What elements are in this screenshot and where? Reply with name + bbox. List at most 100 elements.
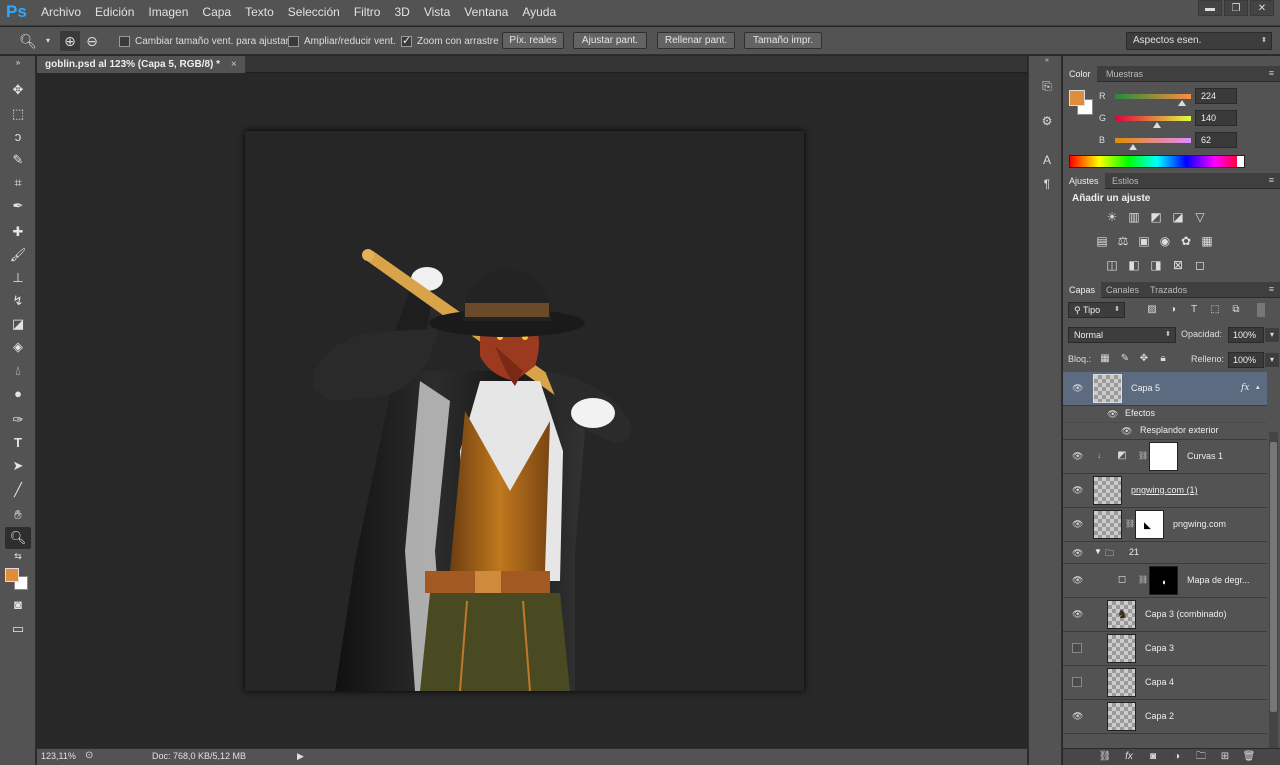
black-white-icon[interactable]: ▣ bbox=[1135, 233, 1153, 249]
tab-adjustments[interactable]: Ajustes bbox=[1063, 173, 1105, 189]
exposure-icon[interactable]: ◪ bbox=[1169, 209, 1187, 225]
eye-icon[interactable]: 👁︎ bbox=[1072, 383, 1083, 393]
fill-screen-button[interactable]: Rellenar pant. bbox=[657, 32, 735, 49]
layer-name[interactable]: Capa 3 (combinado) bbox=[1145, 609, 1227, 619]
photo-filter-icon[interactable]: ◉ bbox=[1156, 233, 1174, 249]
move-tool-icon[interactable]: ✥ bbox=[5, 79, 31, 101]
fill-field[interactable]: 100% bbox=[1228, 352, 1264, 368]
pen-tool-icon[interactable]: ✑ bbox=[5, 409, 31, 431]
blue-slider-thumb[interactable] bbox=[1129, 144, 1138, 150]
new-group-icon[interactable]: 🗀︎ bbox=[1194, 750, 1208, 764]
paint-bucket-tool-icon[interactable]: ◈ bbox=[5, 336, 31, 358]
red-slider-thumb[interactable] bbox=[1177, 100, 1186, 106]
add-mask-icon[interactable]: ◙ bbox=[1146, 750, 1160, 764]
green-slider-thumb[interactable] bbox=[1152, 122, 1161, 128]
menu-edicion[interactable]: Edición bbox=[88, 0, 141, 26]
tab-swatches[interactable]: Muestras bbox=[1100, 66, 1149, 82]
zoom-tool-icon[interactable]: 🔍︎ bbox=[5, 527, 31, 549]
eye-icon[interactable]: 👁︎ bbox=[1072, 711, 1083, 721]
layer-row-curvas-1[interactable]: 👁︎ ↓ ◩ ⛓ Curvas 1 bbox=[1063, 440, 1267, 474]
layer-row-capa-3-combinado[interactable]: 👁︎ ♞ Capa 3 (combinado) bbox=[1063, 598, 1267, 632]
layer-mask-thumbnail[interactable]: ◣ bbox=[1135, 510, 1164, 539]
green-channel-slider[interactable] bbox=[1115, 116, 1191, 121]
green-value-field[interactable]: 140 bbox=[1195, 110, 1237, 126]
visibility-toggle-off[interactable] bbox=[1072, 677, 1082, 687]
collapse-strip-icon[interactable]: « bbox=[1036, 56, 1058, 66]
menu-filtro[interactable]: Filtro bbox=[347, 0, 388, 26]
collapse-effects-icon[interactable]: ▴ bbox=[1256, 383, 1260, 391]
layer-row-capa-2[interactable]: 👁︎ Capa 2 bbox=[1063, 700, 1267, 734]
layer-row-gradient-map[interactable]: 👁︎ ◻ ⛓ ◖ Mapa de degr... bbox=[1063, 564, 1267, 598]
layer-name[interactable]: Mapa de degr... bbox=[1187, 575, 1250, 585]
zoom-level[interactable]: 123,11% bbox=[41, 751, 76, 761]
tab-channels[interactable]: Canales bbox=[1100, 282, 1145, 298]
collapse-tools-icon[interactable]: » bbox=[5, 58, 31, 68]
quick-selection-tool-icon[interactable]: ✎ bbox=[5, 149, 31, 171]
blue-value-field[interactable]: 62 bbox=[1195, 132, 1237, 148]
play-arrow-icon[interactable]: ▶ bbox=[297, 751, 304, 762]
fit-screen-button[interactable]: Ajustar pant. bbox=[573, 32, 647, 49]
screen-mode-icon[interactable]: ▭ bbox=[5, 618, 31, 640]
color-panel-foreground[interactable] bbox=[1069, 90, 1085, 106]
foreground-color-swatch[interactable] bbox=[5, 568, 19, 582]
menu-archivo[interactable]: Archivo bbox=[34, 0, 88, 26]
type-tool-icon[interactable]: T bbox=[5, 432, 31, 454]
link-icon[interactable]: ⛓ bbox=[1125, 519, 1135, 528]
filter-pixel-icon[interactable]: ▨ bbox=[1145, 303, 1159, 317]
zoom-all-option[interactable]: Ampliar/reducir vent. bbox=[288, 33, 396, 49]
document-canvas[interactable] bbox=[245, 131, 804, 691]
tab-layers[interactable]: Capas bbox=[1063, 282, 1102, 298]
color-spectrum-bar[interactable] bbox=[1069, 155, 1245, 168]
layer-row-capa-3[interactable]: Capa 3 bbox=[1063, 632, 1267, 666]
menu-capa[interactable]: Capa bbox=[195, 0, 238, 26]
eye-icon[interactable]: 👁︎ bbox=[1072, 485, 1083, 495]
zoom-tool-preset-icon[interactable]: 🔍︎ bbox=[18, 31, 38, 51]
marquee-tool-icon[interactable]: ⬚ bbox=[5, 103, 31, 125]
invert-icon[interactable]: ◫ bbox=[1103, 257, 1121, 273]
filter-smart-object-icon[interactable]: ⧉ bbox=[1229, 303, 1243, 317]
healing-brush-tool-icon[interactable]: ✚ bbox=[5, 221, 31, 243]
gradient-triangle-icon[interactable]: ▽ bbox=[1191, 209, 1209, 225]
scrollbar-thumb[interactable] bbox=[1270, 442, 1277, 712]
red-channel-slider[interactable] bbox=[1115, 94, 1191, 99]
layer-row-pngwing-1[interactable]: 👁︎ pngwing.com (1) bbox=[1063, 474, 1267, 508]
layer-name[interactable]: pngwing.com bbox=[1173, 519, 1226, 529]
crop-tool-icon[interactable]: ⌗ bbox=[5, 172, 31, 194]
restore-button[interactable]: ❐ bbox=[1224, 0, 1248, 16]
layer-group-21[interactable]: 👁︎ ▼ 🗀︎ 21 bbox=[1063, 542, 1267, 564]
group-expand-icon[interactable]: ▼ bbox=[1094, 547, 1102, 556]
tab-color[interactable]: Color bbox=[1063, 66, 1097, 82]
eraser-tool-icon[interactable]: ◪ bbox=[5, 313, 31, 335]
filter-toggle-switch[interactable] bbox=[1257, 303, 1265, 317]
layer-row-pngwing[interactable]: 👁︎ ⛓ ◣ pngwing.com bbox=[1063, 508, 1267, 542]
workspace-select[interactable]: Aspectos esen. ⬍ bbox=[1126, 32, 1272, 50]
eye-icon[interactable]: 👁︎ bbox=[1072, 519, 1083, 529]
eye-icon[interactable]: 👁︎ bbox=[1121, 426, 1132, 436]
lock-transparent-icon[interactable]: ▦ bbox=[1098, 352, 1112, 366]
lock-all-icon[interactable]: 🔒︎ bbox=[1156, 352, 1170, 366]
menu-imagen[interactable]: Imagen bbox=[141, 0, 195, 26]
history-panel-icon[interactable]: ⎘ bbox=[1036, 76, 1058, 96]
brush-tool-icon[interactable]: 🖌︎ bbox=[5, 244, 31, 266]
menu-ayuda[interactable]: Ayuda bbox=[515, 0, 563, 26]
blur-tool-icon[interactable]: 💧︎ bbox=[5, 360, 31, 382]
layer-filter-select[interactable]: ⚲ Tipo ⬍ bbox=[1068, 302, 1125, 318]
zoom-out-icon[interactable]: ⊖ bbox=[82, 31, 102, 51]
layer-name[interactable]: Curvas 1 bbox=[1187, 451, 1223, 461]
link-layers-icon[interactable]: ⛓ bbox=[1098, 750, 1112, 764]
new-adjustment-icon[interactable]: ◑ bbox=[1170, 750, 1184, 764]
eye-icon[interactable]: 👁︎ bbox=[1072, 609, 1083, 619]
chevron-down-icon[interactable]: ▾ bbox=[38, 31, 58, 51]
layer-mask-thumbnail[interactable]: ◖ bbox=[1149, 566, 1178, 595]
opacity-chevron-icon[interactable]: ▾ bbox=[1265, 328, 1279, 342]
paragraph-panel-icon[interactable]: ¶ bbox=[1036, 174, 1058, 194]
actual-pixels-button[interactable]: Píx. reales bbox=[502, 32, 564, 49]
effects-row[interactable]: 👁︎ Efectos bbox=[1063, 406, 1267, 423]
menu-3d[interactable]: 3D bbox=[387, 0, 416, 26]
brightness-icon[interactable]: ☀ bbox=[1103, 209, 1121, 225]
zoom-all-checkbox[interactable] bbox=[288, 35, 299, 47]
close-tab-icon[interactable]: × bbox=[231, 59, 237, 70]
print-size-button[interactable]: Tamaño impr. bbox=[744, 32, 822, 49]
layer-row-capa-5[interactable]: 👁︎ Capa 5 fx ▴ bbox=[1063, 372, 1267, 406]
close-window-button[interactable]: ✕ bbox=[1250, 0, 1274, 16]
